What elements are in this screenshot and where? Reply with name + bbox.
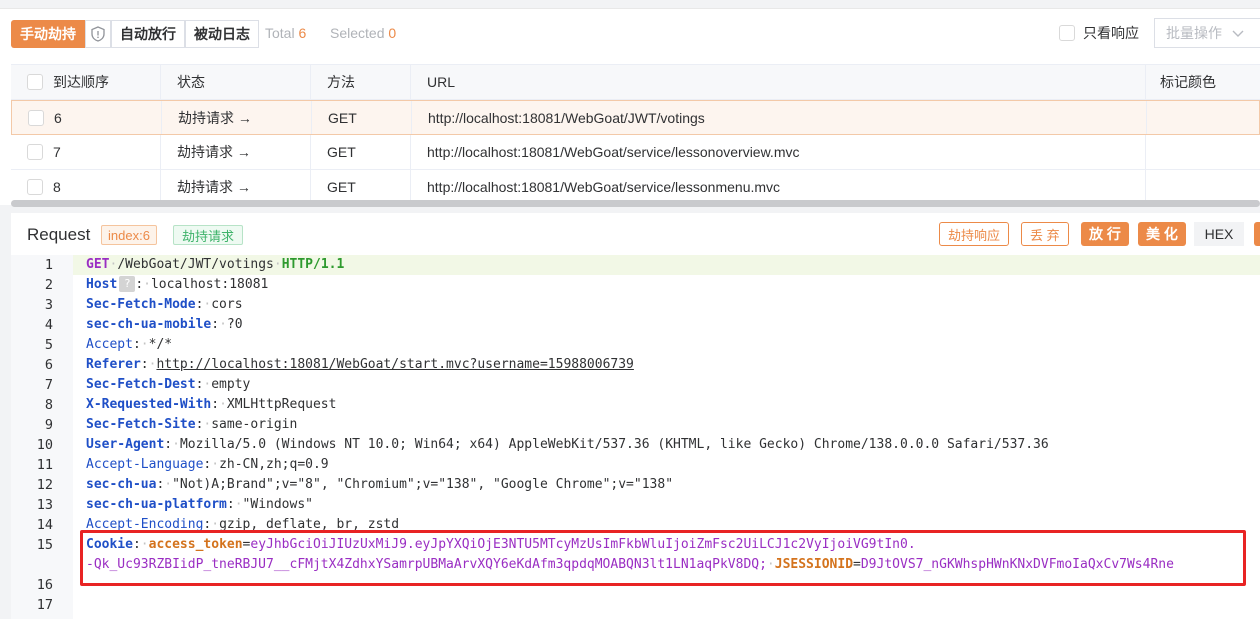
manual-intercept-button[interactable]: 手动劫持: [11, 20, 85, 48]
selected-count: Selected 0: [330, 25, 397, 41]
code-line: 7 Sec-Fetch-Dest:·empty: [44, 377, 251, 393]
code-line: 5 Accept:·*/*: [44, 337, 173, 353]
code-line: 13 sec-ch-ua-platform:·"Windows": [36, 497, 313, 513]
request-table: 到达顺序 状态 方法 URL 标记颜色 6 劫持请求 → GET http://…: [11, 64, 1260, 200]
row-checkbox[interactable]: [28, 109, 44, 126]
column-method[interactable]: 方法: [327, 72, 355, 92]
intercept-panel: 手动劫持 自动放行 被动日志 Total 6 Selected 0 只看响应 批…: [0, 8, 1260, 207]
code-line: 10 User-Agent:·Mozilla/5.0 (Windows NT 1…: [36, 437, 1049, 453]
hijack-response-button[interactable]: 劫持响应: [939, 222, 1010, 246]
code-line: 2 Host?:·localhost:18081: [44, 275, 269, 293]
column-mark-color[interactable]: 标记颜色: [1160, 72, 1216, 92]
table-row[interactable]: 8 劫持请求 → GET http://localhost:18081/WebG…: [11, 170, 1260, 200]
batch-actions-select[interactable]: 批量操作: [1154, 18, 1260, 48]
request-title: Request: [27, 225, 91, 244]
forward-button[interactable]: 放 行: [1081, 222, 1129, 246]
code-line: 11 Accept-Language:·zh-CN,zh;q=0.9: [36, 457, 329, 473]
index-badge: index:6: [101, 225, 157, 245]
passive-log-button[interactable]: 被动日志: [185, 20, 259, 48]
toolbar: 手动劫持 自动放行 被动日志 Total 6 Selected 0 只看响应 批…: [0, 9, 1260, 61]
hex-button[interactable]: HEX: [1194, 222, 1244, 246]
code-line: 1 GET·/WebGoat/JWT/votings·HTTP/1.1: [11, 255, 1260, 275]
code-line: 12 sec-ch-ua:·"Not)A;Brand";v="8", "Chro…: [36, 477, 674, 493]
beautify-button[interactable]: 美 化: [1138, 222, 1186, 246]
only-response-toggle[interactable]: 只看响应: [1059, 23, 1139, 43]
table-row[interactable]: 7 劫持请求 → GET http://localhost:18081/WebG…: [11, 135, 1260, 170]
status-badge: 劫持请求: [173, 225, 244, 245]
row-checkbox[interactable]: [27, 144, 43, 160]
code-line: 6 Referer:·http://localhost:18081/WebGoa…: [44, 357, 634, 373]
code-line: 17: [36, 597, 53, 613]
code-line: 4 sec-ch-ua-mobile:·?0: [44, 317, 243, 333]
auto-forward-button[interactable]: 自动放行: [111, 20, 185, 48]
chevron-down-icon: [1232, 25, 1244, 41]
referer-link[interactable]: http://localhost:18081/WebGoat/start.mvc…: [156, 357, 633, 372]
code-line: 9 Sec-Fetch-Site:·same-origin: [44, 417, 298, 433]
cookie-highlight-box: [80, 530, 1246, 586]
total-count: Total 6: [265, 25, 307, 41]
drop-button[interactable]: 丢 弃: [1021, 222, 1069, 246]
code-line: 8 X-Requested-With:·XMLHttpRequest: [44, 397, 337, 413]
column-status[interactable]: 状态: [177, 72, 205, 92]
row-checkbox[interactable]: [27, 179, 43, 195]
column-url[interactable]: URL: [427, 74, 455, 90]
shield-icon[interactable]: [85, 20, 111, 48]
horizontal-scrollbar[interactable]: [11, 200, 1260, 207]
code-line: 3 Sec-Fetch-Mode:·cors: [44, 297, 243, 313]
only-response-checkbox[interactable]: [1059, 25, 1075, 41]
more-button[interactable]: [1254, 222, 1260, 246]
column-order[interactable]: 到达顺序: [53, 72, 109, 92]
select-all-checkbox[interactable]: [27, 74, 43, 90]
table-row[interactable]: 6 劫持请求 → GET http://localhost:18081/WebG…: [11, 100, 1260, 135]
help-icon[interactable]: ?: [119, 275, 136, 292]
table-header: 到达顺序 状态 方法 URL 标记颜色: [11, 64, 1260, 100]
